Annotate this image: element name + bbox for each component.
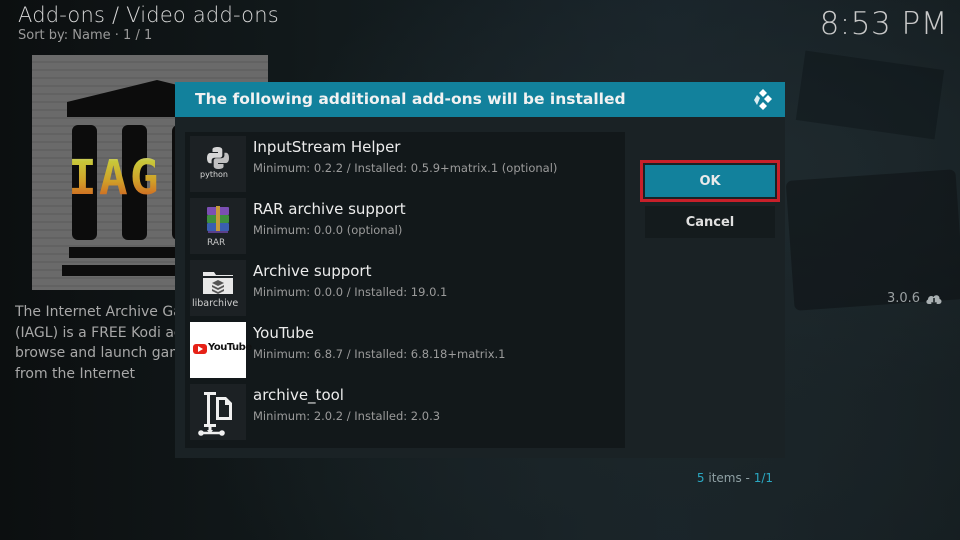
compress-tool-image [198, 392, 232, 436]
sort-indicator[interactable]: Sort by: Name · 1 / 1 [18, 28, 152, 43]
description-line: The Internet Archive Game [15, 304, 175, 320]
kodi-logo-icon [754, 89, 772, 110]
libarchive-label: libarchive [192, 298, 239, 309]
item-count-page: 1/1 [753, 471, 773, 485]
python-label: python [200, 170, 228, 179]
description-line: browse and launch games [15, 345, 175, 361]
youtube-icon: YouTube [190, 322, 252, 378]
addon-version-detail: Minimum: 0.0.0 (optional) [253, 223, 403, 237]
item-count: 5 items - 1/1 [697, 471, 773, 485]
folder-stack-image [203, 272, 233, 294]
install-dependencies-dialog: The following additional add-ons will be… [175, 82, 785, 485]
rar-icon: RAR [190, 198, 246, 254]
addon-name: RAR archive support [253, 200, 406, 218]
cancel-button[interactable]: Cancel [645, 206, 775, 238]
dialog-body: python InputStream Helper Minimum: 0.2.2… [175, 117, 785, 485]
libarchive-icon: libarchive [190, 260, 246, 316]
archive-tool-icon [190, 384, 246, 440]
addon-list: python InputStream Helper Minimum: 0.2.2… [185, 132, 625, 448]
cloud-download-icon [926, 295, 942, 307]
background-decoration [785, 169, 960, 311]
addon-name: YouTube [253, 324, 314, 342]
addon-version-detail: Minimum: 0.0.0 / Installed: 19.0.1 [253, 285, 448, 299]
breadcrumb: Add-ons / Video add-ons [18, 3, 279, 27]
clock: 8:53 PM [819, 6, 948, 42]
list-item[interactable]: YouTube YouTube Minimum: 6.8.7 / Install… [190, 322, 620, 380]
addon-version-detail: Minimum: 6.8.7 / Installed: 6.8.18+matri… [253, 347, 506, 361]
addon-version: 3.0.6 [887, 291, 921, 306]
item-count-text: items - [704, 471, 754, 485]
list-item[interactable]: python InputStream Helper Minimum: 0.2.2… [190, 136, 620, 194]
item-count-number: 5 [696, 471, 705, 485]
description-line: from the Internet [15, 365, 136, 382]
list-item[interactable]: archive_tool Minimum: 2.0.2 / Installed:… [190, 384, 620, 442]
description-line: (IAGL) is a FREE Kodi addon [15, 324, 175, 341]
addon-name: archive_tool [253, 386, 344, 404]
python-logo [207, 147, 229, 169]
addon-description: The Internet Archive Game (IAGL) is a FR… [15, 302, 175, 384]
addon-name: InputStream Helper [253, 138, 401, 156]
dialog-header: The following additional add-ons will be… [175, 82, 785, 117]
list-item[interactable]: RAR RAR archive support Minimum: 0.0.0 (… [190, 198, 620, 256]
list-item[interactable]: libarchive Archive support Minimum: 0.0.… [190, 260, 620, 318]
addon-version-detail: Minimum: 0.2.2 / Installed: 0.5.9+matrix… [253, 161, 558, 175]
youtube-label: YouTube [208, 342, 252, 353]
addon-version-detail: Minimum: 2.0.2 / Installed: 2.0.3 [253, 409, 441, 423]
python-icon: python [190, 136, 246, 192]
rar-books-image [207, 206, 229, 233]
youtube-play-icon [193, 344, 207, 354]
dialog-title: The following additional add-ons will be… [195, 90, 626, 108]
ok-button[interactable]: OK [640, 160, 780, 202]
poster-letters: IAG [68, 150, 161, 206]
rar-label: RAR [207, 238, 226, 248]
addon-name: Archive support [253, 262, 372, 280]
